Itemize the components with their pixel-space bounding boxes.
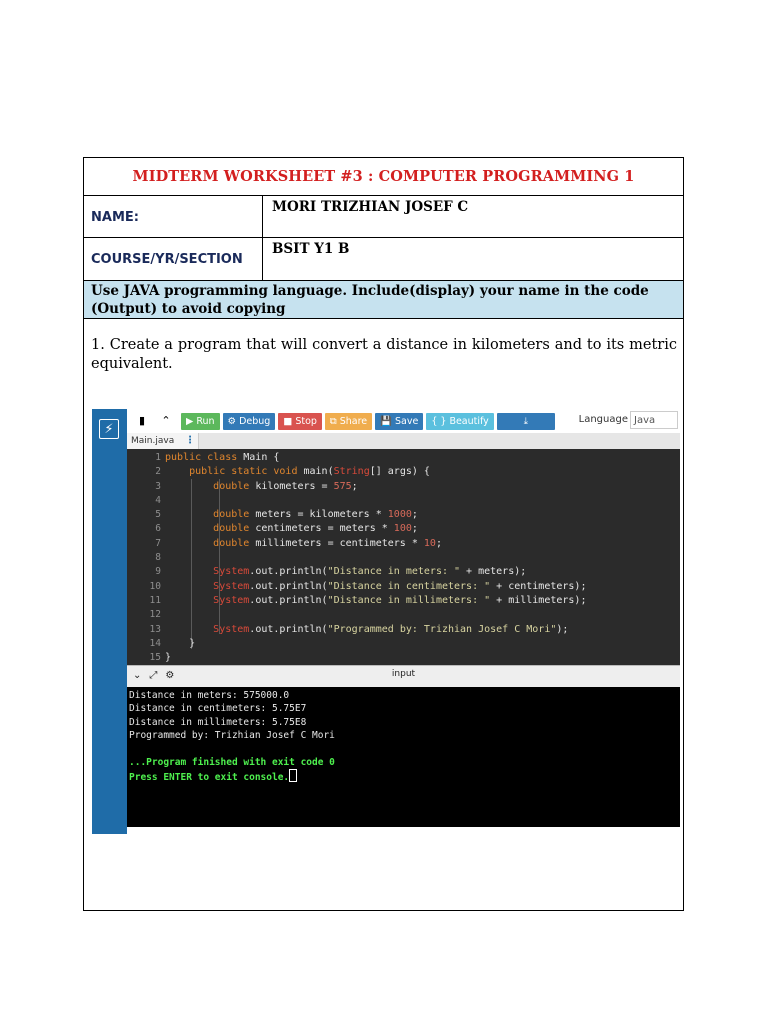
title-row: MIDTERM WORKSHEET #3 : COMPUTER PROGRAMM…: [84, 158, 683, 196]
instructions-text: Use JAVA programming language. Include(d…: [91, 283, 649, 317]
io-bar: ⌄⤢⚙ input: [127, 665, 680, 688]
line-number: 14: [149, 637, 161, 649]
upload-icon[interactable]: ⌃: [157, 412, 175, 430]
lightning-icon[interactable]: ⚡: [99, 419, 119, 439]
line-number: 10: [149, 580, 161, 592]
line-number: 9: [155, 566, 161, 578]
code-line: System.out.println("Programmed by: Trizh…: [213, 623, 569, 635]
line-number: 7: [155, 537, 161, 549]
line-number: 15: [149, 652, 161, 664]
code-line: public class Main {: [165, 452, 280, 463]
console-line: Distance in millimeters: 5.75E8: [129, 716, 307, 728]
download-button[interactable]: ⤓: [496, 412, 555, 430]
line-number: 11: [149, 594, 161, 606]
beautify-button[interactable]: { } Beautify: [426, 412, 494, 430]
console-line: Distance in meters: 575000.0: [129, 690, 290, 701]
save-button[interactable]: 💾 Save: [375, 412, 424, 430]
code-line: System.out.println("Distance in centimet…: [213, 580, 587, 592]
code-line: public static void main(String[] args) {: [189, 466, 430, 478]
code-line: double centimeters = meters * 100;: [213, 523, 418, 535]
ide-toolbar: ▮ ⌃ ▶ Run ⚙ Debug ■ Stop ⧉ Share 💾 Save …: [127, 409, 680, 433]
question-text: 1. Create a program that will convert a …: [91, 337, 677, 372]
code-line: }: [165, 637, 196, 649]
line-number: 12: [149, 609, 161, 621]
ide-sidebar: ⚡: [92, 409, 127, 834]
stop-button[interactable]: ■ Stop: [278, 412, 322, 430]
language-label: Language: [578, 414, 628, 425]
press-enter-text: Press ENTER to exit console.: [129, 772, 290, 784]
console-blank: [129, 743, 678, 756]
course-label: COURSE/YR/SECTION: [91, 252, 243, 267]
course-row: COURSE/YR/SECTION BSIT Y1 B: [84, 238, 683, 281]
instructions-row: Use JAVA programming language. Include(d…: [84, 281, 683, 319]
language-select[interactable]: Java: [630, 411, 678, 429]
ide-screenshot: ⚡ ▮ ⌃ ▶ Run ⚙ Debug ■ Stop ⧉ Share 💾 Sav…: [92, 409, 680, 834]
console-line: Programmed by: Trizhian Josef C Mori: [129, 730, 335, 742]
console-finish-message: ...Program finished with exit code 0: [129, 757, 335, 769]
name-label: NAME:: [91, 210, 139, 225]
line-number: 1: [155, 452, 161, 463]
console-line: Distance in centimeters: 5.75E7: [129, 703, 307, 715]
line-number: 6: [155, 523, 161, 535]
code-line: System.out.println("Distance in meters: …: [213, 566, 527, 578]
line-number: 3: [155, 480, 161, 492]
code-line: double kilometers = 575;: [213, 480, 358, 492]
column-divider: [262, 196, 263, 237]
code-editor[interactable]: 1 2 3 4 5 6 7 8 9 10 11 12 13 14 15 publ…: [127, 449, 680, 665]
share-button[interactable]: ⧉ Share: [324, 412, 373, 430]
line-number: 2: [155, 466, 161, 478]
tab-label: Main.java: [131, 436, 175, 446]
code-line: double millimeters = centimeters * 10;: [213, 537, 442, 549]
line-number: 5: [155, 509, 161, 521]
code-content: public class Main { public static void m…: [165, 451, 586, 665]
console-output[interactable]: Distance in meters: 575000.0 Distance in…: [127, 687, 680, 827]
input-label: input: [391, 669, 416, 679]
name-value: MORI TRIZHIAN JOSEF C: [272, 199, 469, 215]
code-line: double meters = kilometers * 1000;: [213, 509, 418, 521]
course-value: BSIT Y1 B: [272, 241, 350, 257]
line-number: 8: [155, 552, 161, 564]
line-number: 4: [155, 494, 161, 506]
tab-menu-icon[interactable]: ⋮: [185, 433, 195, 449]
column-divider: [262, 238, 263, 280]
file-icon[interactable]: ▮: [133, 412, 151, 430]
file-tab-bar: Main.java ⋮: [127, 433, 680, 449]
debug-button[interactable]: ⚙ Debug: [222, 412, 276, 430]
line-number: 13: [149, 623, 161, 635]
run-button[interactable]: ▶ Run: [181, 412, 220, 430]
console-cursor: [289, 769, 298, 783]
name-row: NAME: MORI TRIZHIAN JOSEF C: [84, 196, 683, 238]
worksheet-title: MIDTERM WORKSHEET #3 : COMPUTER PROGRAMM…: [132, 168, 635, 185]
line-number-gutter: 1 2 3 4 5 6 7 8 9 10 11 12 13 14 15: [127, 451, 163, 665]
code-line: System.out.println("Distance in millimet…: [213, 594, 587, 606]
console-prompt: Press ENTER to exit console.: [129, 769, 678, 784]
code-line: }: [165, 652, 172, 664]
